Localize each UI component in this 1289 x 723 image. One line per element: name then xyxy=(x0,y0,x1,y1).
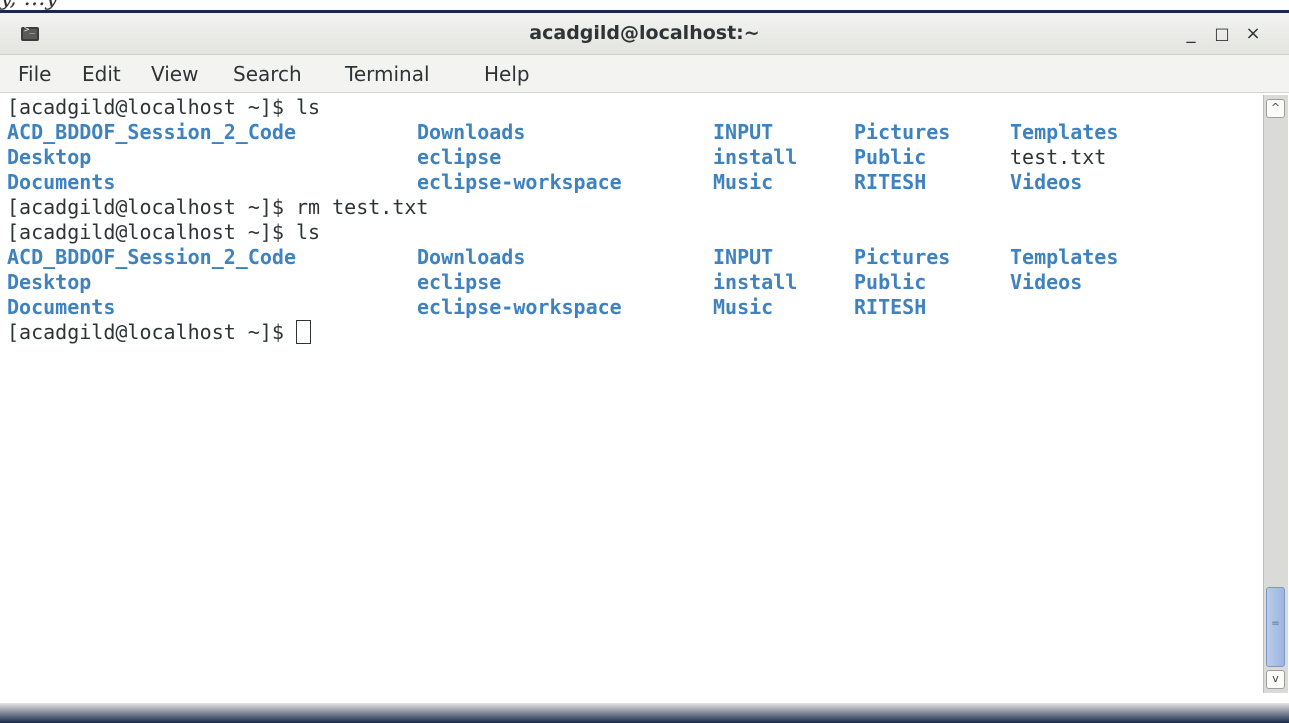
dir-entry: Documents xyxy=(7,170,116,194)
scroll-down-arrow-icon[interactable]: v xyxy=(1266,670,1285,689)
dir-entry: INPUT xyxy=(713,120,774,144)
dir-entry: Downloads xyxy=(417,245,526,269)
ls-output-row: Desktop eclipse install Public Videos xyxy=(7,270,1261,295)
ls-output-row: ACD_BDDOF_Session_2_Code Downloads INPUT… xyxy=(7,120,1261,145)
dir-entry: RITESH xyxy=(854,170,927,194)
dir-entry: INPUT xyxy=(713,245,774,269)
dir-entry: eclipse-workspace xyxy=(417,170,622,194)
dir-entry: Music xyxy=(713,295,774,319)
maximize-button[interactable]: □ xyxy=(1209,21,1235,47)
ls-output-row: Desktop eclipse install Public test.txt xyxy=(7,145,1261,170)
scroll-up-arrow-icon[interactable]: ^ xyxy=(1266,99,1285,118)
dir-entry: eclipse xyxy=(417,145,502,169)
dir-entry: ACD_BDDOF_Session_2_Code xyxy=(7,245,296,269)
menu-terminal[interactable]: Terminal xyxy=(345,62,430,86)
terminal-window: >_ acadgild@localhost:~ _ □ × File Edit … xyxy=(0,10,1289,723)
menu-search[interactable]: Search xyxy=(233,62,302,86)
menu-file[interactable]: File xyxy=(18,62,51,86)
dir-entry: eclipse xyxy=(417,270,502,294)
vertical-scrollbar[interactable]: ^ = v xyxy=(1263,95,1288,693)
dir-entry: Templates xyxy=(1010,120,1119,144)
dir-entry: Desktop xyxy=(7,270,92,294)
dir-entry: eclipse-workspace xyxy=(417,295,622,319)
dir-entry: Videos xyxy=(1010,270,1083,294)
command-line: [acadgild@localhost ~]$ rm test.txt xyxy=(7,195,429,219)
menu-edit[interactable]: Edit xyxy=(82,62,121,86)
command-line: [acadgild@localhost ~]$ ls xyxy=(7,220,321,244)
window-title: acadgild@localhost:~ xyxy=(529,22,760,44)
dir-entry: Documents xyxy=(7,295,116,319)
menu-bar: File Edit View Search Terminal Help xyxy=(0,55,1289,93)
dir-entry: RITESH xyxy=(854,295,927,319)
dir-entry: Public xyxy=(854,270,927,294)
dir-entry: Pictures xyxy=(854,120,951,144)
scrollbar-thumb[interactable]: = xyxy=(1266,587,1285,667)
close-button[interactable]: × xyxy=(1240,21,1266,47)
dir-entry: Music xyxy=(713,170,774,194)
dir-entry: install xyxy=(713,270,798,294)
minimize-button[interactable]: _ xyxy=(1178,21,1204,47)
dir-entry: Pictures xyxy=(854,245,951,269)
dir-entry: Desktop xyxy=(7,145,92,169)
dir-entry: Public xyxy=(854,145,927,169)
dir-entry: Downloads xyxy=(417,120,526,144)
command-line: [acadgild@localhost ~]$ ls xyxy=(7,95,321,119)
ls-output-row: ACD_BDDOF_Session_2_Code Downloads INPUT… xyxy=(7,245,1261,270)
dir-entry: install xyxy=(713,145,798,169)
ls-output-row: Documents eclipse-workspace Music RITESH xyxy=(7,295,1261,320)
dir-entry: Templates xyxy=(1010,245,1119,269)
prompt-text: [acadgild@localhost ~]$ xyxy=(7,320,296,344)
dir-entry: Videos xyxy=(1010,170,1083,194)
ls-output-row: Documents eclipse-workspace Music RITESH… xyxy=(7,170,1261,195)
file-entry: test.txt xyxy=(1010,145,1107,169)
menu-help[interactable]: Help xyxy=(484,62,530,86)
grip-icon: = xyxy=(1271,618,1280,629)
title-bar[interactable]: >_ acadgild@localhost:~ _ □ × xyxy=(0,13,1289,55)
menu-view[interactable]: View xyxy=(151,62,198,86)
window-bottom-edge xyxy=(0,703,1289,723)
dir-entry: ACD_BDDOF_Session_2_Code xyxy=(7,120,296,144)
terminal-output[interactable]: [acadgild@localhost ~]$ ls ACD_BDDOF_Ses… xyxy=(7,93,1261,693)
prompt-line[interactable]: [acadgild@localhost ~]$ xyxy=(7,320,1261,345)
text-cursor xyxy=(295,320,311,344)
